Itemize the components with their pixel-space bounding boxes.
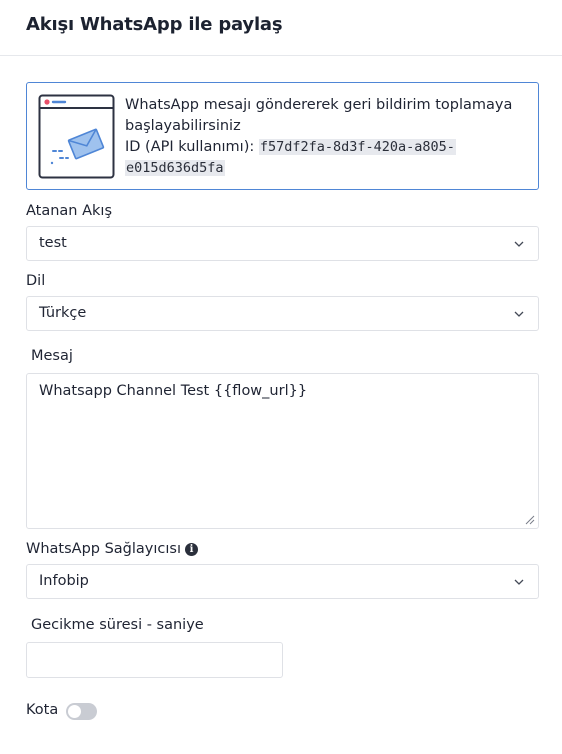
language-value: Türkçe — [39, 305, 87, 321]
dialog-header: Akışı WhatsApp ile paylaş — [0, 0, 562, 56]
chevron-down-icon — [514, 311, 524, 317]
assigned-flow-select[interactable]: test — [26, 226, 539, 261]
provider-value: Infobip — [39, 573, 89, 589]
assigned-flow-value: test — [39, 235, 67, 251]
dialog-title: Akışı WhatsApp ile paylaş — [26, 14, 283, 35]
api-id-value-continued: e015d636d5fa — [125, 160, 225, 176]
delay-label: Gecikme süresi - saniye — [31, 617, 204, 633]
provider-select[interactable]: Infobip — [26, 564, 539, 599]
quota-toggle[interactable] — [66, 703, 97, 720]
info-text: WhatsApp mesajı göndererek geri bildirim… — [125, 95, 530, 179]
provider-label: WhatsApp Sağlayıcısı — [26, 541, 181, 557]
assigned-flow-label: Atanan Akış — [26, 203, 113, 219]
api-id-value: f57df2fa-8d3f-420a-a805- — [258, 139, 456, 155]
delay-input[interactable] — [26, 642, 283, 678]
provider-label-row: WhatsApp Sağlayıcısı i — [26, 541, 198, 557]
api-id-label: ID (API kullanımı): — [125, 139, 255, 155]
info-description-line2: başlayabilirsiniz — [125, 118, 241, 134]
info-icon[interactable]: i — [185, 543, 198, 556]
info-description-line1: WhatsApp mesajı göndererek geri bildirim… — [125, 97, 513, 113]
resize-handle-icon[interactable] — [524, 514, 535, 525]
language-label: Dil — [26, 273, 46, 289]
language-select[interactable]: Türkçe — [26, 296, 539, 331]
message-label: Mesaj — [31, 348, 73, 364]
message-value: Whatsapp Channel Test {{flow_url}} — [39, 383, 308, 399]
chevron-down-icon — [514, 241, 524, 247]
chevron-down-icon — [514, 579, 524, 585]
envelope-window-icon — [38, 94, 115, 179]
quota-label: Kota — [26, 702, 59, 718]
toggle-knob — [68, 705, 81, 718]
message-textarea[interactable]: Whatsapp Channel Test {{flow_url}} — [26, 373, 539, 529]
info-banner: WhatsApp mesajı göndererek geri bildirim… — [26, 82, 539, 190]
